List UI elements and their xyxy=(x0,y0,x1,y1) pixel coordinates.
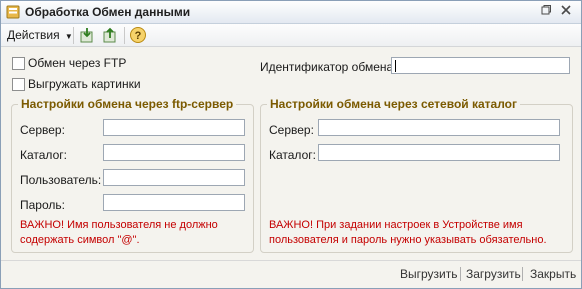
ftp-warning-text: ВАЖНО! Имя пользователя не должно содерж… xyxy=(20,219,218,246)
restore-icon[interactable] xyxy=(538,4,554,20)
window-title: Обработка Обмен данными xyxy=(25,5,191,19)
actions-menu[interactable]: Действия ▼ xyxy=(7,28,73,42)
download-button[interactable]: Загрузить xyxy=(466,267,521,281)
footer-separator xyxy=(522,267,523,281)
ftp-exchange-checkbox[interactable] xyxy=(12,57,25,70)
form-icon xyxy=(6,5,20,19)
toolbar: Действия ▼ ? xyxy=(1,24,581,47)
ftp-user-label: Пользователь: xyxy=(20,173,102,187)
ftp-password-label: Пароль: xyxy=(20,198,65,212)
ftp-exchange-label: Обмен через FTP xyxy=(28,56,127,70)
actions-menu-label: Действия xyxy=(7,28,60,42)
ftp-server-input[interactable] xyxy=(103,119,245,136)
import-green-icon[interactable] xyxy=(101,26,119,44)
network-settings-group: Настройки обмена через сетевой каталог С… xyxy=(260,97,573,253)
exchange-window: Обработка Обмен данными Действия ▼ ? Обм… xyxy=(0,0,582,289)
network-server-input[interactable] xyxy=(318,119,560,136)
ftp-catalog-label: Каталог: xyxy=(20,148,67,162)
footer-divider xyxy=(1,260,581,261)
network-warning-text: ВАЖНО! При задании настроек в Устройстве… xyxy=(269,219,547,246)
network-server-label: Сервер: xyxy=(269,123,314,137)
export-green-icon[interactable] xyxy=(78,26,96,44)
ftp-server-label: Сервер: xyxy=(20,123,65,137)
network-catalog-label: Каталог: xyxy=(269,148,316,162)
network-group-title: Настройки обмена через сетевой каталог xyxy=(267,97,521,111)
text-caret xyxy=(395,60,396,72)
exchange-id-label: Идентификатор обмена: xyxy=(260,60,397,74)
upload-pictures-label: Выгружать картинки xyxy=(28,77,141,91)
svg-text:?: ? xyxy=(135,30,142,42)
close-icon[interactable] xyxy=(558,4,574,20)
toolbar-divider xyxy=(73,27,74,44)
ftp-catalog-input[interactable] xyxy=(103,144,245,161)
upload-button[interactable]: Выгрузить xyxy=(400,267,458,281)
close-button[interactable]: Закрыть xyxy=(530,267,576,281)
help-icon[interactable]: ? xyxy=(129,26,147,44)
footer-separator xyxy=(460,267,461,281)
toolbar-divider xyxy=(124,27,125,44)
network-catalog-input[interactable] xyxy=(318,144,560,161)
title-bar: Обработка Обмен данными xyxy=(1,1,581,24)
upload-pictures-checkbox[interactable] xyxy=(12,78,25,91)
ftp-password-input[interactable] xyxy=(103,194,245,211)
exchange-id-input[interactable] xyxy=(391,57,570,74)
ftp-user-input[interactable] xyxy=(103,169,245,186)
chevron-down-icon: ▼ xyxy=(64,32,73,41)
ftp-settings-group: Настройки обмена через ftp-сервер Сервер… xyxy=(11,97,254,253)
ftp-group-title: Настройки обмена через ftp-сервер xyxy=(18,97,237,111)
